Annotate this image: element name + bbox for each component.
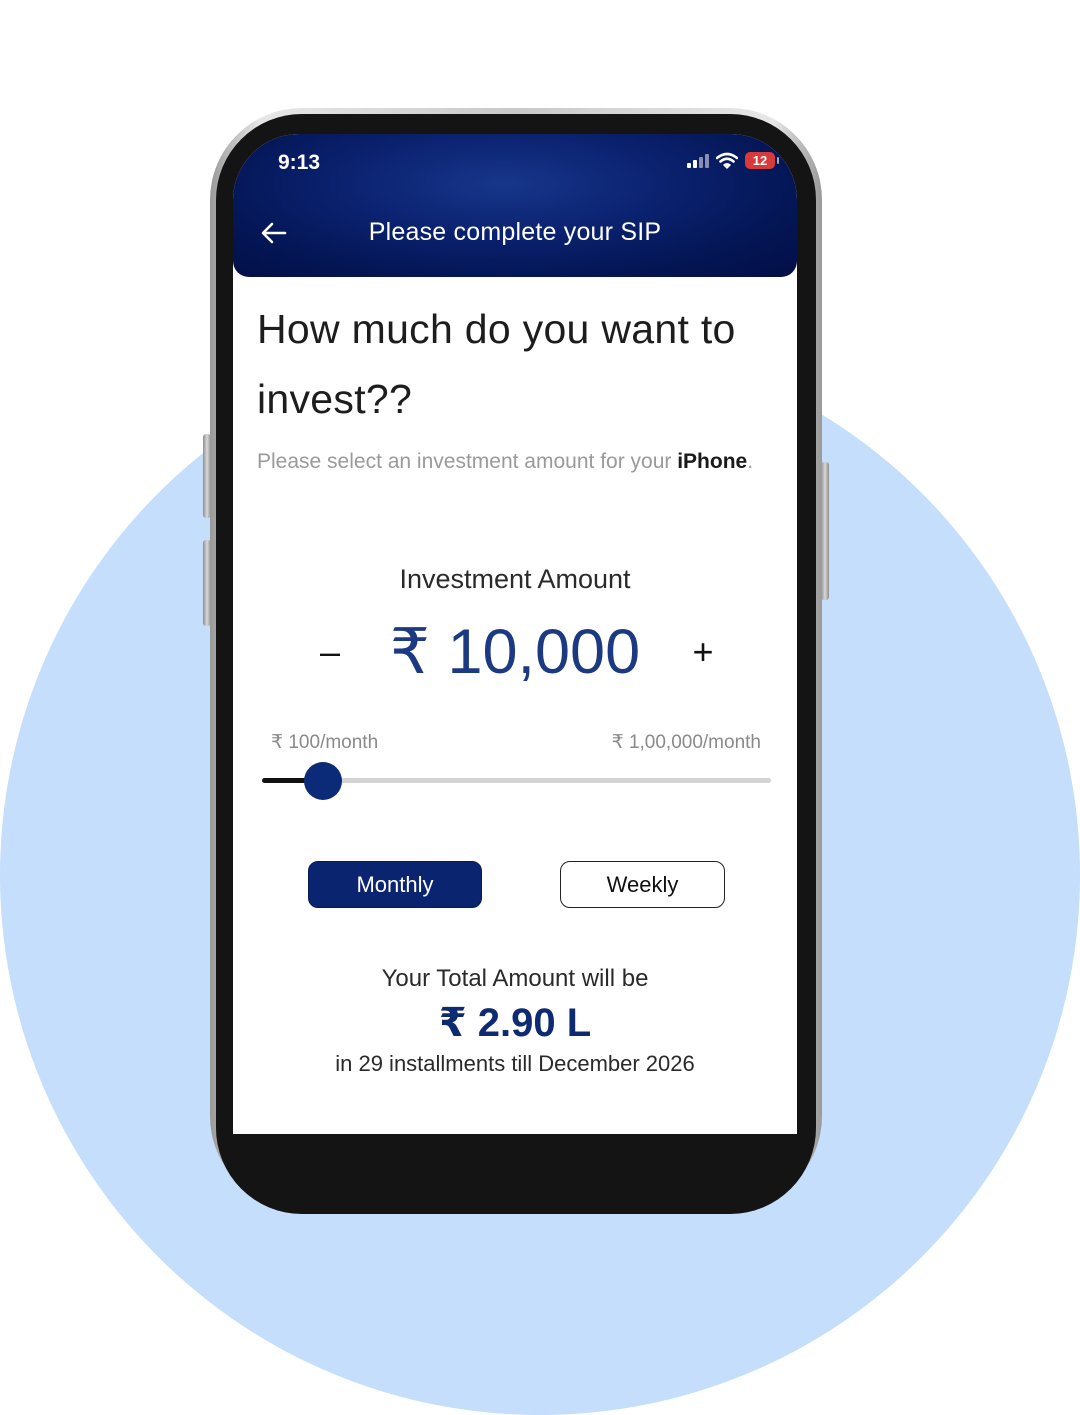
range-min-label: ₹ 100/month [271, 732, 379, 753]
installments-text: in 29 installments till December 2026 [335, 1051, 695, 1076]
status-icons: 12 [687, 152, 779, 169]
app-header: 9:13 12 Please complete your SIP [233, 134, 797, 277]
total-amount-label: Your Total Amount will be [381, 965, 649, 992]
battery-icon: 12 [745, 152, 779, 169]
phone-screen: 9:13 12 Please complete your SIP How muc… [233, 134, 797, 1134]
subtext: Please select an investment amount for y… [257, 446, 777, 477]
decrement-button[interactable]: – [317, 622, 343, 682]
power-button [821, 462, 829, 600]
subtext-prefix: Please select an investment amount for y… [257, 450, 678, 473]
subtext-product: iPhone [677, 450, 748, 473]
amount-slider-thumb[interactable] [303, 762, 342, 800]
increment-button[interactable]: + [685, 622, 721, 682]
page-heading: How much do you want to invest?? [257, 306, 736, 422]
header-title: Please complete your SIP [368, 218, 662, 246]
weekly-button[interactable]: Weekly [560, 861, 725, 908]
amount-stepper: ₹ 10,000 – + [233, 612, 797, 692]
monthly-button[interactable]: Monthly [308, 861, 482, 908]
subtext-suffix: . [747, 450, 754, 473]
signal-icon [687, 153, 709, 168]
investment-amount-label: Investment Amount [399, 564, 631, 594]
total-amount-value: ₹ 2.90 L [438, 1001, 592, 1045]
range-max-label: ₹ 1,00,000/month [611, 732, 761, 753]
status-time: 9:13 [278, 151, 321, 174]
wifi-icon [716, 152, 738, 169]
